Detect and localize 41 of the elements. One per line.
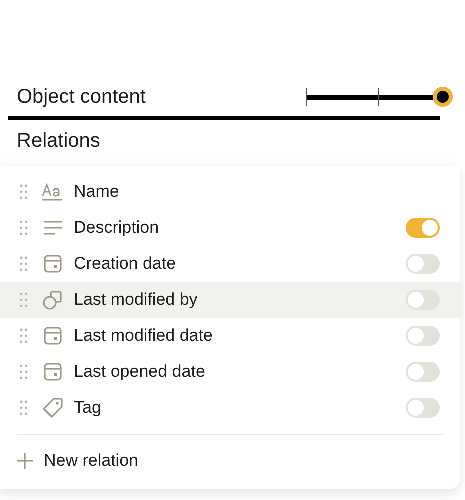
- toggle-switch[interactable]: [406, 254, 440, 274]
- drag-handle-icon[interactable]: [20, 364, 28, 380]
- tag-icon: [43, 398, 63, 418]
- drag-handle-icon[interactable]: [20, 184, 28, 200]
- relation-item[interactable]: Last opened date: [0, 354, 460, 390]
- section-title: Object content: [17, 85, 146, 110]
- tick-mark: [306, 88, 307, 106]
- toggle-switch[interactable]: [406, 398, 440, 418]
- relation-label: Last modified date: [74, 325, 213, 348]
- relation-label: Last modified by: [74, 289, 198, 312]
- relation-item[interactable]: Name: [0, 174, 460, 210]
- drag-handle-icon[interactable]: [20, 256, 28, 272]
- plus-icon: [16, 452, 34, 470]
- relation-item[interactable]: Last modified date: [0, 318, 460, 354]
- toggle-switch[interactable]: [406, 218, 440, 238]
- relation-item[interactable]: Last modified by: [0, 282, 460, 318]
- toggle-switch[interactable]: [406, 362, 440, 382]
- relation-item[interactable]: Creation date: [0, 246, 460, 282]
- shapes-icon: [43, 290, 63, 310]
- text-lines-icon: [43, 219, 63, 237]
- relation-label: Creation date: [74, 253, 176, 276]
- new-relation-button[interactable]: New relation: [0, 439, 138, 483]
- relation-label: Tag: [74, 397, 102, 420]
- toggle-switch[interactable]: [406, 326, 440, 346]
- section-title: Relations: [17, 129, 100, 154]
- relation-label: Name: [74, 181, 120, 204]
- slider-thumb[interactable]: [433, 87, 453, 107]
- toggle-switch[interactable]: [406, 290, 440, 310]
- calendar-icon: [44, 327, 62, 345]
- calendar-icon: [44, 255, 62, 273]
- drag-handle-icon[interactable]: [20, 328, 28, 344]
- calendar-icon: [44, 363, 62, 381]
- drag-handle-icon[interactable]: [20, 292, 28, 308]
- relation-item[interactable]: Description: [0, 210, 460, 246]
- text-format-icon: [42, 182, 64, 202]
- relation-item[interactable]: Tag: [0, 390, 460, 426]
- relation-label: Description: [74, 217, 160, 240]
- tick-mark: [378, 88, 379, 106]
- drag-handle-icon[interactable]: [20, 220, 28, 236]
- relation-label: Last opened date: [74, 361, 206, 384]
- drag-handle-icon[interactable]: [20, 400, 28, 416]
